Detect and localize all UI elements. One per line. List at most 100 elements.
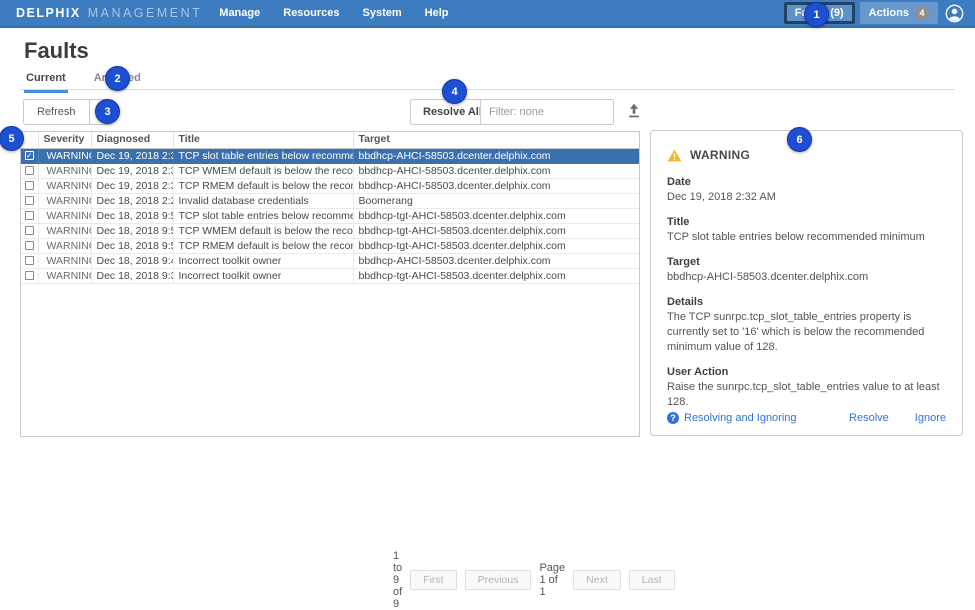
- nav-item-help[interactable]: Help: [423, 3, 451, 23]
- row-checkbox[interactable]: [25, 256, 34, 265]
- diagnosed-value: Dec 19, 2018 2:32 AM: [91, 148, 173, 163]
- fault-title-value: Incorrect toolkit owner: [173, 253, 353, 268]
- diagnosed-value: Dec 18, 2018 9:52 AM: [91, 238, 173, 253]
- row-checkbox[interactable]: [25, 226, 34, 235]
- row-checkbox[interactable]: [25, 241, 34, 250]
- fault-target-value: bbdhcp-AHCI-58503.dcenter.delphix.com: [353, 178, 639, 193]
- fault-target-value: bbdhcp-AHCI-58503.dcenter.delphix.com: [353, 148, 639, 163]
- fault-title-field: Title TCP slot table entries below recom…: [667, 216, 946, 245]
- table-row[interactable]: ✓ WARNINGDec 19, 2018 2:32 AMTCP slot tab…: [21, 148, 639, 163]
- column-header-title[interactable]: Title: [173, 132, 353, 148]
- diagnosed-value: Dec 18, 2018 9:52 AM: [91, 223, 173, 238]
- severity-value: WARNING: [47, 269, 92, 283]
- user-menu-button[interactable]: [943, 2, 965, 24]
- title-value: TCP slot table entries below recommended…: [667, 230, 946, 245]
- resolving-and-ignoring-link[interactable]: ? Resolving and Ignoring: [667, 412, 797, 424]
- target-label: Target: [667, 256, 946, 268]
- fault-title-value: TCP WMEM default is below the recommende…: [173, 223, 353, 238]
- severity-value: WARNING: [47, 149, 92, 163]
- tab-current[interactable]: Current: [24, 70, 68, 93]
- panel-action-links: Resolve Ignore: [849, 412, 946, 424]
- table-row[interactable]: WARNINGDec 18, 2018 2:23 PMInvalid datab…: [21, 193, 639, 208]
- severity-value: WARNING: [47, 209, 92, 223]
- user-icon: [945, 4, 964, 23]
- diagnosed-value: Dec 18, 2018 2:23 PM: [91, 193, 173, 208]
- fault-severity-header: WARNING: [667, 148, 946, 162]
- annotation-callout-4: 4: [442, 79, 467, 104]
- diagnosed-value: Dec 18, 2018 9:40 AM: [91, 253, 173, 268]
- first-page-button[interactable]: First: [410, 570, 456, 590]
- table-row[interactable]: WARNINGDec 18, 2018 9:39 AMIncorrect too…: [21, 268, 639, 283]
- fault-target-value: bbdhcp-tgt-AHCI-58503.dcenter.delphix.co…: [353, 238, 639, 253]
- last-page-button[interactable]: Last: [629, 570, 675, 590]
- severity-value: WARNING: [47, 164, 92, 178]
- severity-value: WARNING: [47, 179, 92, 193]
- table-row[interactable]: WARNINGDec 18, 2018 9:52 AMTCP WMEM defa…: [21, 223, 639, 238]
- table-row[interactable]: WARNINGDec 19, 2018 2:32 AMTCP RMEM defa…: [21, 178, 639, 193]
- fault-target-value: bbdhcp-AHCI-58503.dcenter.delphix.com: [353, 163, 639, 178]
- pagination-range-text: 1 to 9 of 9: [393, 550, 402, 610]
- date-value: Dec 19, 2018 2:32 AM: [667, 190, 946, 205]
- pagination-page-text: Page 1 of 1: [539, 562, 565, 598]
- user-action-label: User Action: [667, 366, 946, 378]
- table-row[interactable]: WARNINGDec 18, 2018 9:52 AMTCP slot tabl…: [21, 208, 639, 223]
- diagnosed-value: Dec 19, 2018 2:32 AM: [91, 178, 173, 193]
- row-checkbox[interactable]: [25, 196, 34, 205]
- fault-title-value: TCP RMEM default is below the recommende…: [173, 178, 353, 193]
- fault-date-field: Date Dec 19, 2018 2:32 AM: [667, 176, 946, 205]
- nav-item-resources[interactable]: Resources: [281, 3, 341, 23]
- fault-detail-panel: WARNING Date Dec 19, 2018 2:32 AM Title …: [650, 130, 963, 436]
- diagnosed-value: Dec 18, 2018 9:52 AM: [91, 208, 173, 223]
- actions-label: Actions: [869, 7, 909, 19]
- details-label: Details: [667, 296, 946, 308]
- diagnosed-value: Dec 19, 2018 2:32 AM: [91, 163, 173, 178]
- fault-target-value: bbdhcp-tgt-AHCI-58503.dcenter.delphix.co…: [353, 268, 639, 283]
- column-header-severity[interactable]: Severity: [38, 132, 91, 148]
- upload-icon: [626, 103, 642, 119]
- fault-title-value: TCP RMEM default is below the recommende…: [173, 238, 353, 253]
- fault-severity-text: WARNING: [690, 148, 750, 162]
- tabs-divider: [20, 89, 955, 90]
- resolve-link[interactable]: Resolve: [849, 412, 889, 424]
- previous-page-button[interactable]: Previous: [465, 570, 532, 590]
- table-row[interactable]: WARNINGDec 18, 2018 9:52 AMTCP RMEM defa…: [21, 238, 639, 253]
- next-page-button[interactable]: Next: [573, 570, 621, 590]
- column-header-target[interactable]: Target: [353, 132, 639, 148]
- help-icon: ?: [667, 412, 679, 424]
- details-value: The TCP sunrpc.tcp_slot_table_entries pr…: [667, 310, 946, 355]
- nav-menu: Manage Resources System Help: [217, 3, 450, 23]
- fault-target-value: Boomerang: [353, 193, 639, 208]
- refresh-button[interactable]: Refresh: [23, 99, 90, 125]
- fault-title-value: TCP slot table entries below recommended…: [173, 148, 353, 163]
- column-header-diagnosed[interactable]: Diagnosed: [91, 132, 173, 148]
- fault-user-action-field: User Action Raise the sunrpc.tcp_slot_ta…: [667, 366, 946, 410]
- table-row[interactable]: WARNINGDec 19, 2018 2:32 AMTCP WMEM defa…: [21, 163, 639, 178]
- ignore-link[interactable]: Ignore: [915, 412, 946, 424]
- faults-table-container: Severity Diagnosed Title Target ✓ WARNING…: [20, 131, 640, 437]
- export-button[interactable]: [626, 103, 644, 121]
- annotation-callout-2: 2: [105, 66, 130, 91]
- fault-title-value: Incorrect toolkit owner: [173, 268, 353, 283]
- row-checkbox[interactable]: ✓: [25, 151, 34, 160]
- nav-item-manage[interactable]: Manage: [217, 3, 262, 23]
- brand-name: DELPHIX: [16, 6, 81, 20]
- fault-title-value: TCP WMEM default is below the recommende…: [173, 163, 353, 178]
- actions-button[interactable]: Actions 4: [860, 2, 938, 24]
- annotation-callout-3: 3: [95, 99, 120, 124]
- fault-title-value: TCP slot table entries below recommended…: [173, 208, 353, 223]
- severity-value: WARNING: [47, 239, 92, 253]
- target-value: bbdhcp-AHCI-58503.dcenter.delphix.com: [667, 270, 946, 285]
- filter-input[interactable]: [480, 99, 614, 125]
- row-checkbox[interactable]: [25, 211, 34, 220]
- fault-title-value: Invalid database credentials: [173, 193, 353, 208]
- annotation-callout-5: 5: [0, 126, 24, 151]
- table-row[interactable]: WARNINGDec 18, 2018 9:40 AMIncorrect too…: [21, 253, 639, 268]
- fault-target-value: bbdhcp-AHCI-58503.dcenter.delphix.com: [353, 253, 639, 268]
- row-checkbox[interactable]: [25, 271, 34, 280]
- actions-count-badge: 4: [915, 6, 929, 20]
- row-checkbox[interactable]: [25, 166, 34, 175]
- row-checkbox[interactable]: [25, 181, 34, 190]
- help-link-label: Resolving and Ignoring: [684, 412, 797, 424]
- title-label: Title: [667, 216, 946, 228]
- nav-item-system[interactable]: System: [361, 3, 404, 23]
